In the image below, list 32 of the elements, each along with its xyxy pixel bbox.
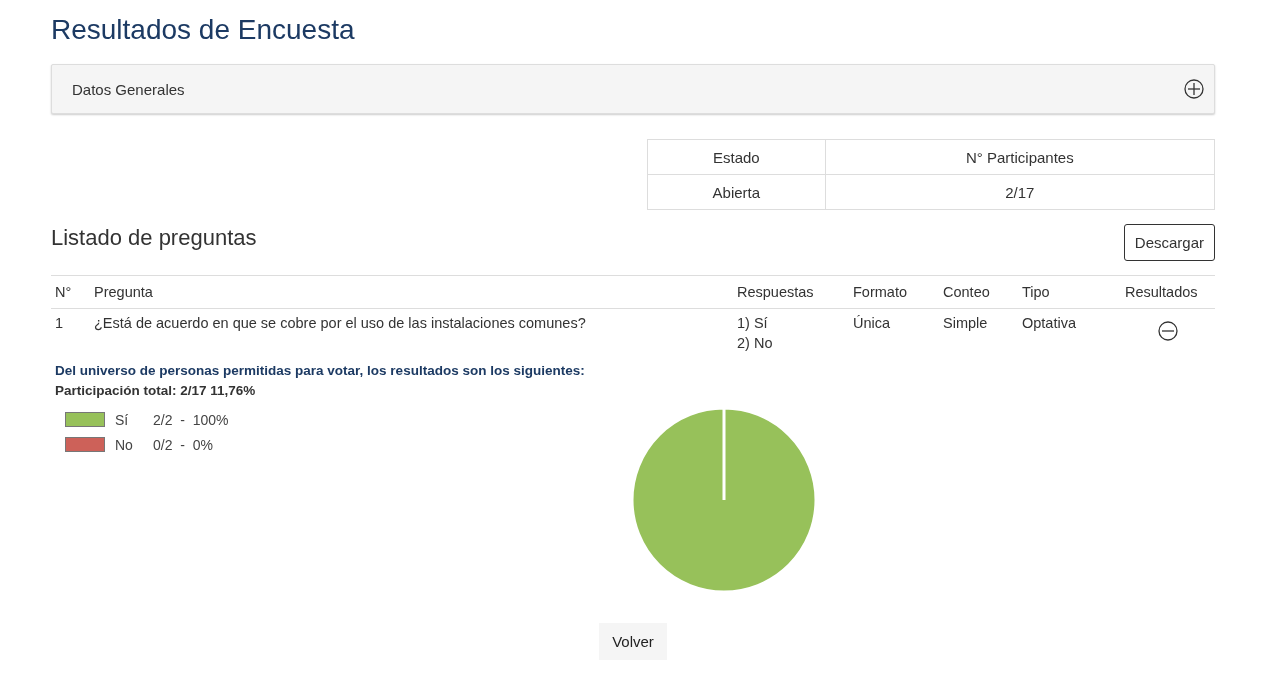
- column-header: N°: [55, 284, 72, 300]
- column-header: Estado: [647, 139, 826, 175]
- table-cell: ¿Está de acuerdo en que se cobre por el uso de las instalaciones comunes?: [94, 315, 586, 331]
- table-cell: Abierta: [647, 174, 826, 210]
- answer-option: 1) Sí: [737, 315, 845, 331]
- column-header: Respuestas: [737, 284, 814, 300]
- page-title: Resultados de Encuesta: [51, 14, 356, 46]
- legend-value: 0/2 - 0%: [153, 436, 213, 453]
- section-title: Listado de preguntas: [51, 225, 257, 251]
- collapse-icon[interactable]: [1158, 321, 1178, 341]
- column-header: Resultados: [1125, 284, 1198, 300]
- legend-label: No: [115, 436, 134, 453]
- general-data-panel[interactable]: Datos Generales: [51, 64, 1215, 114]
- results-intro: Del universo de personas permitidas para votar, los resultados son los siguientes:: [55, 362, 586, 380]
- legend-value: 2/2 - 100%: [153, 411, 229, 428]
- column-header: N° Participantes: [825, 139, 1215, 175]
- column-header: Formato: [853, 284, 907, 300]
- table-cell: Simple: [943, 315, 988, 331]
- participation-total: Participación total: 2/17 11,76%: [55, 382, 257, 400]
- back-button[interactable]: Volver: [599, 623, 667, 660]
- legend-label: Sí: [115, 411, 130, 428]
- table-cell: Optativa: [1022, 315, 1076, 331]
- download-button[interactable]: Descargar: [1123, 224, 1215, 261]
- panel-title: Datos Generales: [72, 80, 185, 98]
- column-header: Conteo: [943, 284, 990, 300]
- table-cell: 1: [55, 315, 64, 331]
- table-cell: 2/17: [825, 174, 1215, 210]
- column-header: Tipo: [1022, 284, 1050, 300]
- table-cell: Única: [853, 315, 891, 331]
- answer-option: 2) No: [737, 335, 845, 351]
- expand-icon[interactable]: [1184, 79, 1204, 99]
- column-header: Pregunta: [94, 284, 153, 300]
